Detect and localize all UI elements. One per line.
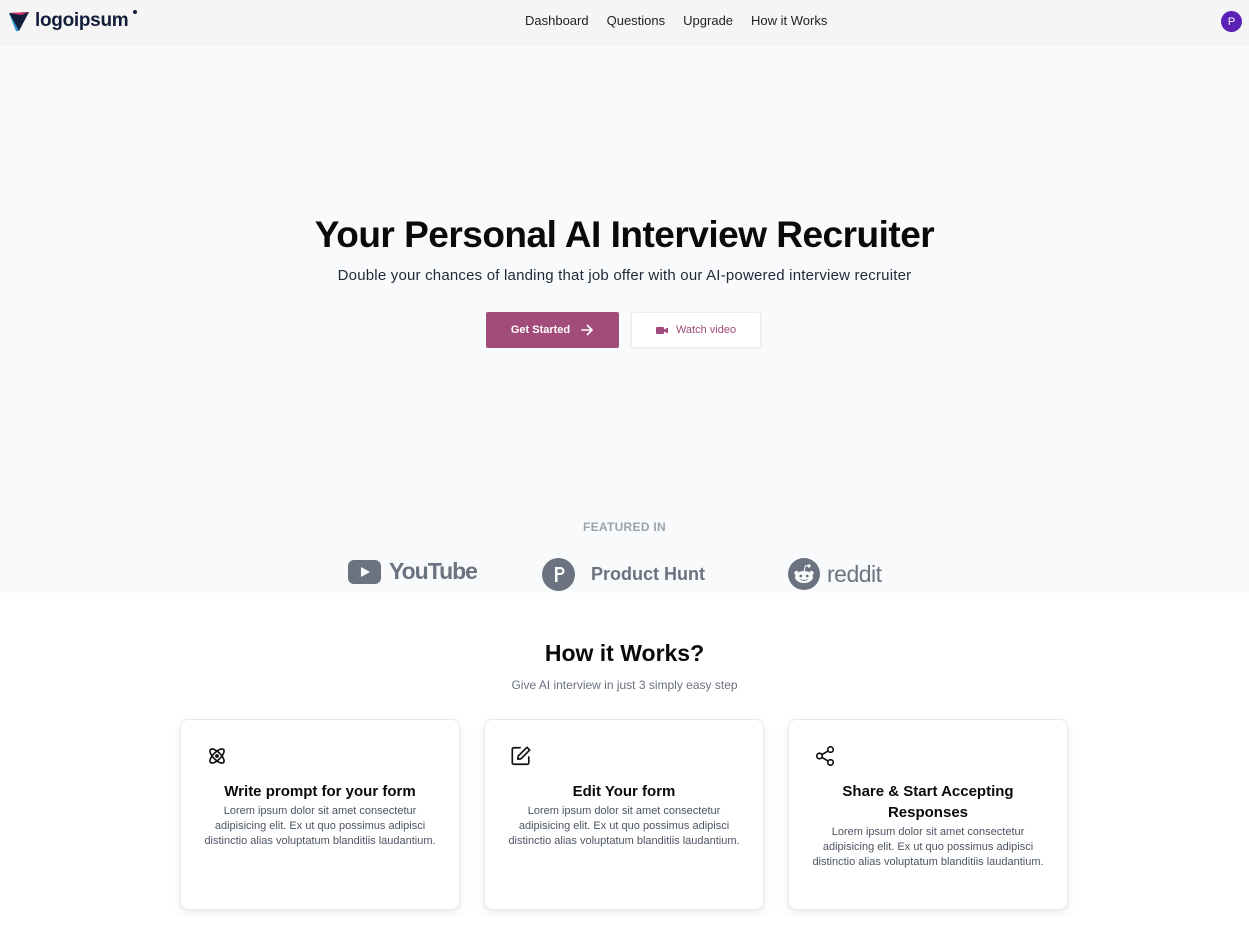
reddit-wordmark: reddit: [827, 560, 882, 587]
step-card-title: Write prompt for your form: [224, 783, 416, 800]
featured-brand-youtube: YouTube: [348, 558, 478, 585]
nav-item-dashboard[interactable]: Dashboard: [516, 13, 598, 29]
how-it-works-subtitle: Give AI interview in just 3 simply easy …: [511, 678, 738, 692]
share-icon: [815, 746, 835, 766]
hero-title: Your Personal AI Interview Recruiter: [314, 214, 935, 255]
product-hunt-wordmark: Product Hunt: [591, 564, 705, 584]
featured-in-label: FEATURED IN: [582, 520, 667, 534]
youtube-wordmark: YouTube: [389, 558, 478, 584]
atom-icon: [209, 748, 225, 764]
arrow-right-icon: [581, 324, 593, 336]
step-card-title: Share & Start Accepting Responses: [842, 783, 1014, 821]
product-hunt-icon: [542, 558, 575, 591]
step-card-write-prompt: Write prompt for your form Lorem ipsum d…: [180, 719, 460, 910]
navbar: logoipsum Dashboard Questions Upgrade Ho…: [0, 0, 1249, 46]
step-card-share: Share & Start Accepting Responses Lorem …: [788, 719, 1068, 910]
step-card-edit-form: Edit Your form Lorem ipsum dolor sit ame…: [484, 719, 764, 910]
youtube-icon: [348, 559, 381, 584]
user-avatar[interactable]: P: [1221, 11, 1242, 32]
step-card-text: Lorem ipsum dolor sit amet consectetur a…: [508, 805, 740, 847]
logo-dot: [133, 10, 138, 14]
reddit-icon: [788, 558, 820, 590]
featured-brand-product-hunt: Product Hunt: [542, 558, 705, 591]
nav-item-questions[interactable]: Questions: [598, 13, 675, 29]
logo-mark-icon: [9, 12, 29, 31]
watch-video-label: Watch video: [675, 324, 737, 336]
logo[interactable]: logoipsum: [7, 9, 138, 33]
hero-subtitle: Double your chances of landing that job …: [337, 267, 912, 284]
step-card-text: Lorem ipsum dolor sit amet consectetur a…: [812, 826, 1044, 868]
how-it-works-title: How it Works?: [544, 640, 705, 666]
get-started-button[interactable]: Get Started: [486, 312, 619, 348]
hero-section: Your Personal AI Interview Recruiter Dou…: [0, 46, 1249, 593]
featured-brand-reddit: reddit: [788, 558, 882, 590]
logo-text: logoipsum: [35, 10, 129, 31]
get-started-label: Get Started: [510, 324, 571, 336]
edit-icon: [511, 746, 531, 766]
video-camera-icon: [655, 326, 668, 334]
step-card-title: Edit Your form: [572, 783, 676, 800]
main-nav: Dashboard Questions Upgrade How it Works: [516, 13, 836, 29]
watch-video-button[interactable]: Watch video: [631, 312, 761, 348]
nav-item-upgrade[interactable]: Upgrade: [674, 13, 742, 29]
step-card-text: Lorem ipsum dolor sit amet consectetur a…: [204, 805, 436, 847]
nav-item-how-it-works[interactable]: How it Works: [742, 13, 836, 29]
